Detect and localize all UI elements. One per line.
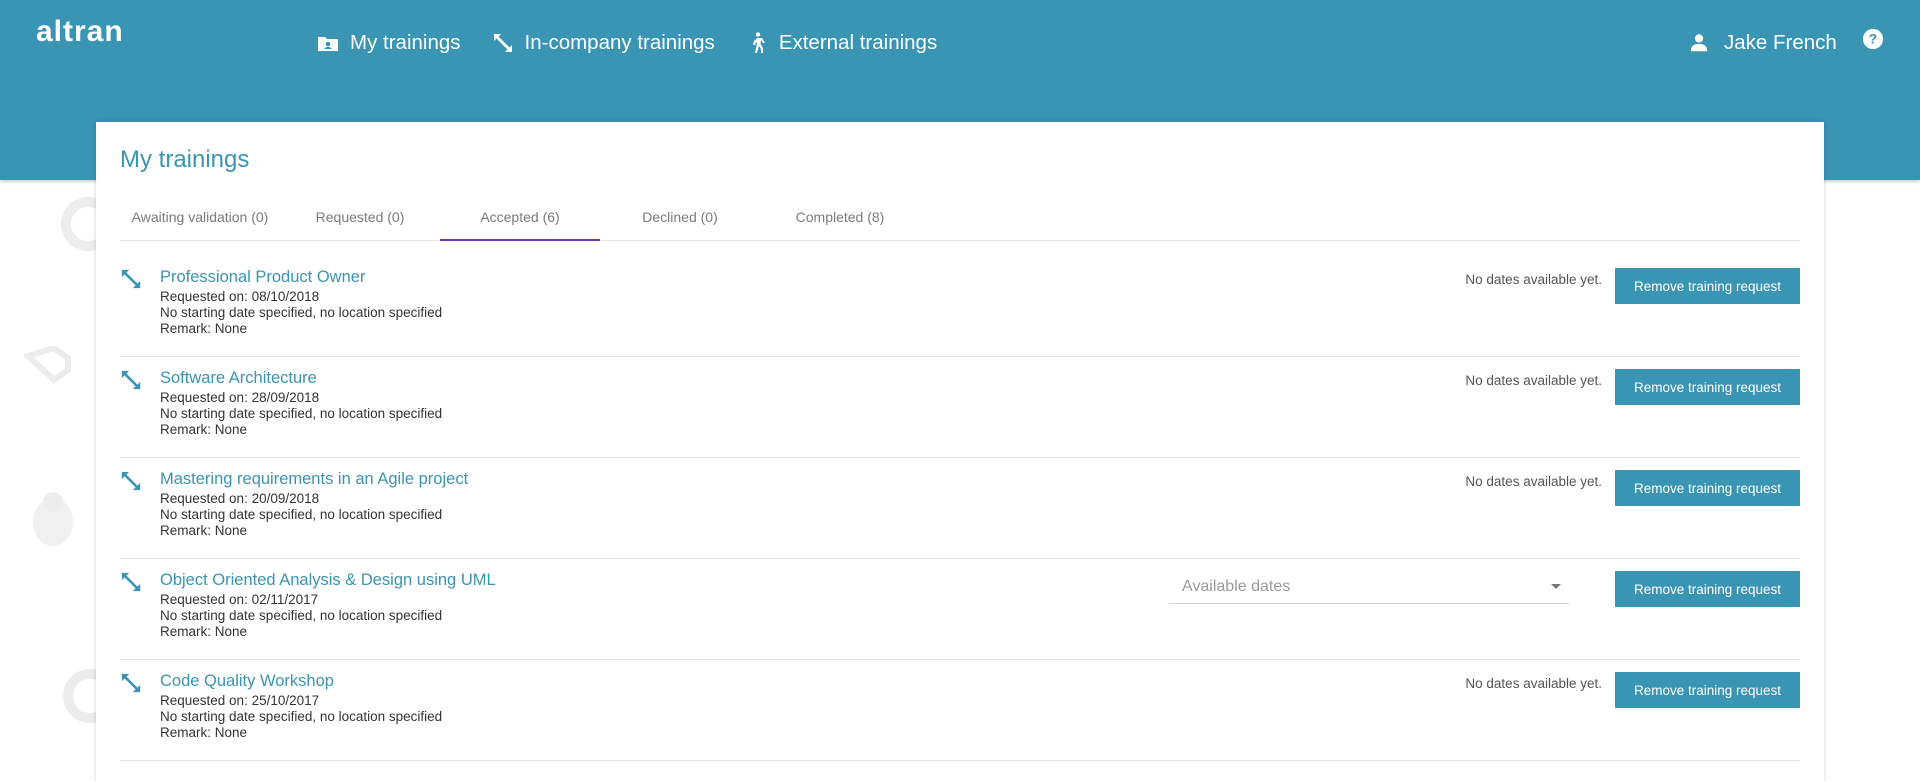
no-dates-text: No dates available yet. [1465, 676, 1602, 691]
svg-text:?: ? [1869, 32, 1877, 47]
arrows-icon [121, 471, 141, 491]
requested-date: Requested on: 08/10/2018 [160, 289, 320, 304]
training-row: Software Architecture Requested on: 28/0… [120, 357, 1800, 458]
user-icon [1688, 32, 1710, 54]
requested-date: Requested on: 20/09/2018 [160, 491, 320, 506]
nav-my-trainings[interactable]: My trainings [316, 26, 461, 60]
remove-training-request-button[interactable]: Remove training request [1615, 571, 1800, 607]
training-icon [316, 31, 340, 55]
background-vs-logo-icon [24, 346, 71, 384]
training-details: No starting date specified, no location … [160, 406, 443, 421]
no-dates-text: No dates available yet. [1465, 272, 1602, 287]
no-dates-text: No dates available yet. [1465, 474, 1602, 489]
nav-label: External trainings [778, 31, 938, 54]
main-nav: My trainings In-company trainings Extern… [316, 26, 967, 60]
altran-logo[interactable]: altran [36, 14, 124, 50]
training-remark: Remark: None [160, 321, 248, 336]
training-title-link[interactable]: Code Quality Workshop [160, 671, 334, 691]
training-title-link[interactable]: Professional Product Owner [160, 267, 365, 287]
training-row: Professional Product Owner Requested on:… [120, 256, 1800, 357]
requested-date: Requested on: 25/10/2017 [160, 693, 320, 708]
available-dates-select[interactable]: Available dates [1169, 571, 1569, 604]
status-tabs: Awaiting validation (0) Requested (0) Ac… [120, 194, 1800, 241]
training-remark: Remark: None [160, 422, 248, 437]
remove-training-request-button[interactable]: Remove training request [1615, 470, 1800, 506]
training-row: Mastering requirements in an Agile proje… [120, 458, 1800, 559]
walking-icon [745, 31, 769, 55]
help-icon[interactable]: ? [1862, 28, 1884, 50]
tab-accepted[interactable]: Accepted (6) [440, 194, 600, 241]
training-row: Object Oriented Analysis & Design using … [120, 559, 1800, 660]
page-title: My trainings [120, 146, 250, 173]
training-remark: Remark: None [160, 624, 248, 639]
user-name: Jake French [1724, 31, 1837, 54]
nav-label: In-company trainings [524, 31, 715, 54]
background-linux-icon [33, 492, 73, 546]
training-row: Code Quality Workshop Requested on: 25/1… [120, 660, 1800, 761]
no-dates-text: No dates available yet. [1465, 373, 1602, 388]
training-title-link[interactable]: Object Oriented Analysis & Design using … [160, 570, 496, 590]
training-title-link[interactable]: Mastering requirements in an Agile proje… [160, 469, 468, 489]
tab-requested[interactable]: Requested (0) [280, 194, 440, 240]
arrows-icon [121, 572, 141, 592]
tab-completed[interactable]: Completed (8) [760, 194, 920, 240]
tab-declined[interactable]: Declined (0) [600, 194, 760, 240]
tab-awaiting-validation[interactable]: Awaiting validation (0) [120, 194, 280, 240]
available-dates-placeholder: Available dates [1182, 578, 1291, 595]
user-menu[interactable]: Jake French [1688, 26, 1837, 60]
nav-in-company-trainings[interactable]: In-company trainings [491, 26, 715, 60]
nav-label: My trainings [350, 31, 461, 54]
nav-external-trainings[interactable]: External trainings [745, 26, 937, 60]
training-title-link[interactable]: Software Architecture [160, 368, 317, 388]
requested-date: Requested on: 28/09/2018 [160, 390, 320, 405]
training-details: No starting date specified, no location … [160, 608, 443, 623]
training-details: No starting date specified, no location … [160, 305, 443, 320]
arrows-icon [121, 673, 141, 693]
arrows-icon [121, 269, 141, 289]
arrows-icon [121, 370, 141, 390]
chevron-down-icon [1551, 584, 1561, 589]
arrows-icon [491, 31, 515, 55]
training-details: No starting date specified, no location … [160, 709, 443, 724]
requested-date: Requested on: 02/11/2017 [160, 592, 319, 607]
training-details: No starting date specified, no location … [160, 507, 443, 522]
remove-training-request-button[interactable]: Remove training request [1615, 672, 1800, 708]
remove-training-request-button[interactable]: Remove training request [1615, 268, 1800, 304]
training-remark: Remark: None [160, 725, 248, 740]
remove-training-request-button[interactable]: Remove training request [1615, 369, 1800, 405]
trainings-card: My trainings Awaiting validation (0) Req… [96, 122, 1824, 782]
training-remark: Remark: None [160, 523, 248, 538]
